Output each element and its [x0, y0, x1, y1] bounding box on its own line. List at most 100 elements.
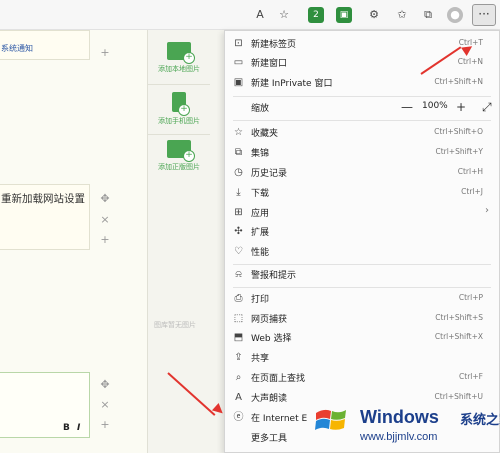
menu-favorites[interactable]: ☆ 收藏夹 Ctrl+Shift+O [225, 123, 499, 142]
find-icon: ⌕ [235, 372, 242, 383]
history-icon: ◷ [234, 167, 243, 178]
menu-label: 扩展 [251, 228, 270, 238]
menu-share[interactable]: ⇪ 共享 [225, 348, 499, 367]
add-licensed-image-label: 添加正版图片 [158, 163, 200, 171]
download-icon: ⤓ [236, 187, 241, 198]
zoom-in-button[interactable]: + [456, 100, 466, 114]
add-icon[interactable]: + [98, 46, 112, 59]
zoom-out-button[interactable]: — [401, 100, 413, 114]
favorites-icon[interactable]: ✩ [394, 7, 410, 23]
new-tab-icon: ⊡ [234, 38, 243, 49]
image-add-icon [167, 140, 195, 162]
watermark-brand: Windows [360, 407, 439, 427]
image-add-icon [167, 42, 195, 64]
notice-text: 系统通知 [1, 44, 33, 53]
menu-history[interactable]: ◷ 历史记录 Ctrl+H [225, 163, 499, 182]
menu-label: 集锦 [251, 149, 270, 159]
watermark-url: www.bjjmlv.com [360, 431, 438, 443]
extensions-icon[interactable]: ⚙ [366, 7, 382, 23]
add-phone-image-label: 添加手机图片 [158, 117, 200, 125]
add-licensed-image-button[interactable]: 添加正版图片 [148, 140, 210, 186]
menu-label: 缩放 [251, 104, 270, 114]
menu-downloads[interactable]: ⤓ 下载 Ctrl+J [225, 183, 499, 202]
add-phone-image-button[interactable]: 添加手机图片 [148, 92, 210, 138]
italic-button[interactable]: I [77, 423, 80, 433]
menu-alerts[interactable]: ⍾ 警报和提示 [225, 265, 499, 284]
divider [233, 120, 491, 121]
menu-print[interactable]: ⎙ 打印 Ctrl+P [225, 289, 499, 308]
move-icon[interactable]: ✥ [98, 192, 112, 205]
print-icon: ⎙ [234, 293, 243, 304]
menu-label: 下载 [251, 189, 270, 199]
menu-label: 网页捕获 [251, 315, 288, 325]
menu-new-window[interactable]: ▭ 新建窗口 Ctrl+N [225, 53, 499, 72]
menu-shortcut: Ctrl+Shift+O [434, 127, 483, 136]
menu-label: 新建窗口 [251, 59, 288, 69]
menu-label: 新建 InPrivate 窗口 [251, 79, 333, 89]
bold-button[interactable]: B [63, 423, 70, 433]
notice-box: 系统通知 [0, 30, 90, 60]
ie-mode-icon: ⓔ [233, 412, 244, 423]
watermark-cn: 系统之家 [460, 413, 500, 428]
menu-performance[interactable]: ♡ 性能 [225, 242, 499, 261]
menu-collections[interactable]: ⧉ 集锦 Ctrl+Shift+Y [225, 143, 499, 162]
close-icon[interactable]: × [98, 398, 112, 411]
menu-web-capture[interactable]: ⬚ 网页捕获 Ctrl+Shift+S [225, 309, 499, 328]
add-icon[interactable]: + [98, 233, 112, 246]
menu-extensions[interactable]: ✣ 扩展 [225, 222, 499, 241]
collections-icon[interactable]: ⧉ [420, 7, 436, 23]
windows-logo-icon [315, 409, 346, 430]
apps-icon: ⊞ [234, 207, 243, 218]
add-local-image-button[interactable]: 添加本地图片 [148, 42, 210, 88]
divider [148, 84, 210, 85]
settings-menu: ⊡ 新建标签页 Ctrl+T ▭ 新建窗口 Ctrl+N ▣ 新建 InPriv… [224, 30, 500, 453]
extension2-icon[interactable]: ▣ [336, 7, 352, 23]
menu-shortcut: Ctrl+Shift+N [434, 77, 483, 86]
editor-box[interactable]: B I [0, 372, 90, 438]
menu-label: 打印 [251, 295, 270, 305]
menu-new-inprivate[interactable]: ▣ 新建 InPrivate 窗口 Ctrl+Shift+N [225, 73, 499, 92]
menu-label: 大声朗读 [251, 394, 288, 404]
menu-web-select[interactable]: ⬒ Web 选择 Ctrl+Shift+X [225, 328, 499, 347]
performance-icon: ♡ [234, 246, 243, 257]
divider [233, 287, 491, 288]
menu-label: 历史记录 [251, 169, 288, 179]
menu-label: 在页面上查找 [251, 374, 306, 384]
phone-add-icon [172, 92, 190, 116]
extension-icon[interactable]: 2 [308, 7, 324, 23]
menu-shortcut: Ctrl+P [458, 293, 483, 302]
empty-gallery-text: 图库暂无图片 [154, 321, 196, 329]
web-capture-icon: ⬚ [233, 313, 244, 324]
more-button[interactable]: ··· [472, 4, 496, 26]
web-select-icon: ⬒ [233, 332, 244, 343]
favorite-add-icon[interactable]: ☆ [276, 7, 292, 23]
share-icon: ⇪ [234, 352, 243, 363]
menu-apps[interactable]: ⊞ 应用 › [225, 203, 499, 222]
menu-label: 性能 [251, 248, 270, 258]
menu-label: 收藏夹 [251, 129, 279, 139]
menu-shortcut: Ctrl+Shift+S [435, 313, 483, 322]
divider [148, 134, 210, 135]
profile-icon[interactable]: ● [447, 7, 463, 23]
read-aloud-icon: A [235, 392, 242, 403]
menu-shortcut: Ctrl+F [459, 372, 483, 381]
menu-shortcut: Ctrl+Shift+X [434, 332, 483, 341]
menu-label: 更多工具 [251, 434, 288, 444]
extensions-icon: ✣ [234, 226, 243, 237]
watermark: Windows 系统之家 www.bjjmlv.com [296, 393, 500, 453]
menu-shortcut: Ctrl+H [457, 167, 483, 176]
read-aloud-icon[interactable]: A [252, 7, 268, 23]
menu-label: 新建标签页 [251, 40, 297, 50]
menu-zoom: 缩放 — 100% + ⤢ [225, 98, 499, 117]
move-icon[interactable]: ✥ [98, 378, 112, 391]
browser-toolbar: A ☆ 2 ▣ ⚙ ✩ ⧉ ● ··· [0, 0, 500, 30]
reload-settings-text: 重新加载网站设置 [1, 193, 85, 205]
divider [233, 96, 491, 97]
menu-find[interactable]: ⌕ 在页面上查找 Ctrl+F [225, 368, 499, 387]
new-window-icon: ▭ [233, 57, 244, 68]
fullscreen-icon[interactable]: ⤢ [482, 100, 492, 115]
menu-label: 警报和提示 [251, 271, 297, 281]
collections-icon: ⧉ [234, 147, 243, 158]
close-icon[interactable]: × [98, 213, 112, 226]
add-icon[interactable]: + [98, 418, 112, 431]
